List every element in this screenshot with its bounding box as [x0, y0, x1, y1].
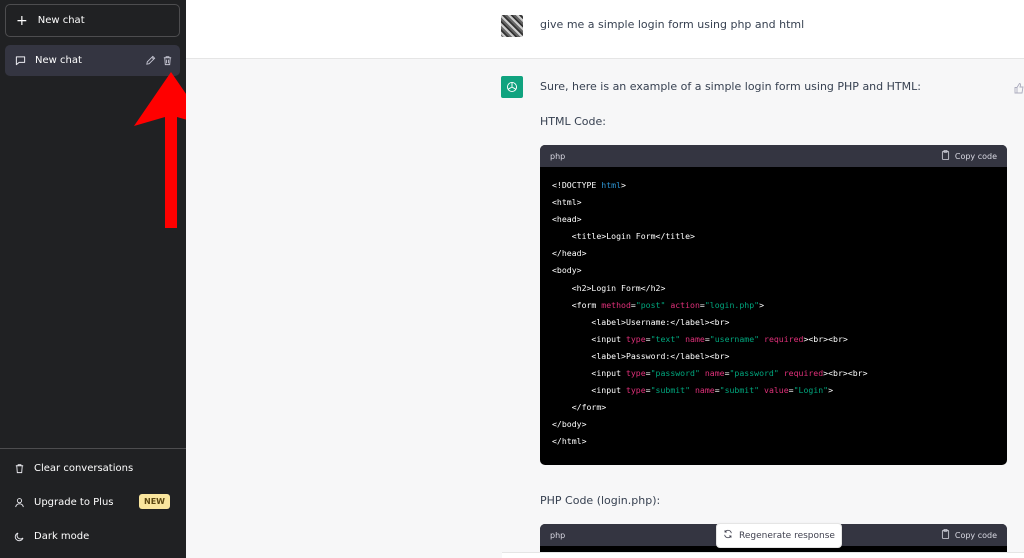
- dark-mode-button[interactable]: Dark mode: [14, 531, 174, 542]
- clear-conversations-label: Clear conversations: [34, 463, 134, 474]
- code-line: <body>: [552, 265, 582, 276]
- php-code-heading: PHP Code (login.php):: [540, 494, 661, 507]
- code-line: <html>: [552, 197, 582, 208]
- code-line: <label>Username:</label><br>: [552, 316, 730, 327]
- user-message: give me a simple login form using php an…: [540, 18, 805, 31]
- assistant-intro-text: Sure, here is an example of a simple log…: [540, 80, 921, 93]
- code-line: <input type="text" name="username" requi…: [552, 333, 848, 344]
- html-code-block: php Copy code <!DOCTYPE html> <html> <head…: [540, 145, 1007, 465]
- sidebar-bottom-menu: Clear conversations Upgrade to Plus NEW …: [0, 448, 186, 542]
- chat-item-label: New chat: [35, 55, 82, 66]
- trash-icon[interactable]: [162, 55, 173, 66]
- upgrade-label: Upgrade to Plus: [34, 497, 114, 508]
- clipboard-icon: [941, 529, 950, 541]
- code-line: </form>: [552, 402, 607, 413]
- code-language-label: php: [550, 151, 566, 161]
- openai-logo-icon: [501, 76, 523, 98]
- refresh-icon: [723, 529, 733, 542]
- upgrade-to-plus-button[interactable]: Upgrade to Plus NEW: [14, 494, 174, 509]
- code-line: <!DOCTYPE html>: [552, 180, 626, 190]
- code-line: <label>Password:</label><br>: [552, 350, 730, 361]
- regenerate-label: Regenerate response: [739, 530, 835, 541]
- moon-icon: [14, 531, 25, 542]
- chat-bubble-icon: [15, 55, 26, 66]
- code-line: <input type="password" name="password" r…: [552, 368, 868, 379]
- assistant-message-row: Sure, here is an example of a simple log…: [186, 59, 1024, 558]
- user-avatar: [501, 15, 523, 37]
- pencil-icon[interactable]: [145, 55, 156, 66]
- clipboard-icon: [941, 150, 950, 162]
- copy-code-label: Copy code: [954, 530, 997, 540]
- thumbs-up-icon[interactable]: [1014, 79, 1024, 94]
- copy-code-label: Copy code: [954, 151, 997, 161]
- regenerate-response-button[interactable]: Regenerate response: [716, 523, 842, 548]
- chat-main: give me a simple login form using php an…: [186, 0, 1024, 558]
- clear-conversations-button[interactable]: Clear conversations: [14, 463, 174, 474]
- dark-mode-label: Dark mode: [34, 531, 90, 542]
- html-code-heading: HTML Code:: [540, 115, 606, 128]
- code-line: <input type="submit" name="submit" value…: [552, 385, 834, 396]
- copy-code-button[interactable]: Copy code: [941, 150, 997, 162]
- code-line: </html>: [552, 436, 587, 447]
- code-line: </body>: [552, 419, 587, 430]
- code-line: <title>Login Form</title>: [552, 231, 695, 242]
- copy-code-button[interactable]: Copy code: [941, 529, 997, 541]
- html-code-content: <!DOCTYPE html> <html> <head> <title>Login…: [540, 167, 1007, 461]
- trash-icon: [14, 463, 25, 474]
- user-message-row: give me a simple login form using php an…: [186, 0, 1024, 59]
- new-chat-label: New chat: [37, 15, 85, 26]
- new-chat-button[interactable]: + New chat: [5, 4, 180, 37]
- code-line: <form method="post" action="login.php">: [552, 299, 765, 310]
- code-language-label: php: [550, 530, 566, 540]
- code-line: </head>: [552, 248, 587, 259]
- code-line: <head>: [552, 214, 582, 225]
- plus-icon: +: [16, 12, 28, 29]
- user-icon: [14, 497, 25, 508]
- input-area-edge: [502, 552, 1024, 558]
- new-badge: NEW: [139, 494, 170, 509]
- code-block-header: php Copy code: [540, 145, 1007, 167]
- code-line: <h2>Login Form</h2>: [552, 282, 666, 293]
